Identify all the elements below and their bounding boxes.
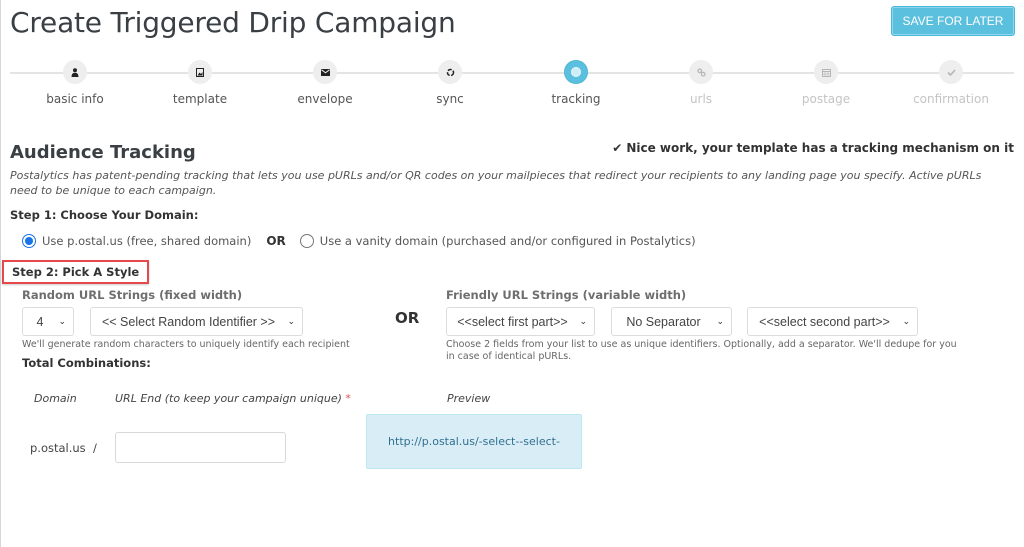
envelope-icon xyxy=(313,60,337,84)
select-value: No Separator xyxy=(626,314,701,329)
second-part-select[interactable]: <<select second part>> ⌄ xyxy=(747,307,918,336)
section-title: Audience Tracking xyxy=(10,142,196,163)
style-or-separator: OR xyxy=(395,309,420,327)
step-postage: postage xyxy=(763,60,889,106)
select-value: 4 xyxy=(36,314,44,329)
shared-domain-label[interactable]: Use p.ostal.us (free, shared domain) xyxy=(42,234,251,248)
step2-label: Step 2: Pick A Style xyxy=(2,260,150,284)
col-domain-header: Domain xyxy=(34,392,77,405)
domain-choice: Use p.ostal.us (free, shared domain) OR … xyxy=(22,234,696,248)
link-icon xyxy=(689,60,713,84)
chevron-down-icon: ⌄ xyxy=(902,316,910,326)
wizard-steps: basic info template envelope sync tracki… xyxy=(10,60,1014,110)
random-identifier-select[interactable]: << Select Random Identifier >> ⌄ xyxy=(90,307,303,336)
checkmark-icon: ✔ xyxy=(612,141,623,155)
page-title: Create Triggered Drip Campaign xyxy=(10,6,456,39)
user-icon xyxy=(63,60,87,84)
vanity-domain-label[interactable]: Use a vanity domain (purchased and/or co… xyxy=(320,234,696,248)
col-preview-header: Preview xyxy=(447,392,491,405)
step-label: urls xyxy=(689,92,713,106)
step-urls: urls xyxy=(638,60,764,106)
save-for-later-button[interactable]: SAVE FOR LATER xyxy=(891,6,1015,36)
calendar-icon xyxy=(814,60,838,84)
path-slash: / xyxy=(93,441,97,455)
select-value: <<select second part>> xyxy=(759,314,890,329)
image-icon xyxy=(188,60,212,84)
separator-select[interactable]: No Separator ⌄ xyxy=(611,307,732,336)
select-value: <<select first part>> xyxy=(457,314,568,329)
domain-value: p.ostal.us xyxy=(30,441,86,455)
step-label: confirmation xyxy=(913,92,989,106)
url-end-input[interactable] xyxy=(115,432,286,463)
chevron-down-icon: ⌄ xyxy=(716,316,724,326)
step1-label: Step 1: Choose Your Domain: xyxy=(10,208,199,222)
step-envelope[interactable]: envelope xyxy=(262,60,388,106)
url-end-header-text: URL End (to keep your campaign unique) xyxy=(115,392,342,405)
select-value: << Select Random Identifier >> xyxy=(101,314,276,329)
step-sync[interactable]: sync xyxy=(387,60,513,106)
random-url-label: Random URL Strings (fixed width) xyxy=(22,288,243,302)
left-border xyxy=(0,0,1,547)
step-label: postage xyxy=(801,92,851,106)
first-part-select[interactable]: <<select first part>> ⌄ xyxy=(446,307,595,336)
tracking-description: Postalytics has patent-pending tracking … xyxy=(10,169,982,197)
chevron-down-icon: ⌄ xyxy=(287,316,295,326)
sync-icon xyxy=(438,60,462,84)
step-label: sync xyxy=(436,92,464,106)
total-combinations-label: Total Combinations: xyxy=(22,356,151,370)
friendly-help-line1: Choose 2 fields from your list to use as… xyxy=(446,339,957,350)
friendly-help-text: Choose 2 fields from your list to use as… xyxy=(446,339,1006,363)
step-label: template xyxy=(172,92,228,106)
random-length-select[interactable]: 4 ⌄ xyxy=(22,307,74,336)
target-icon xyxy=(564,60,588,84)
step-template[interactable]: template xyxy=(137,60,263,106)
step-confirmation: confirmation xyxy=(888,60,1014,106)
radio-shared-domain[interactable] xyxy=(22,234,36,248)
tracking-status-message: ✔ Nice work, your template has a tracking… xyxy=(612,141,1014,155)
col-url-end-header: URL End (to keep your campaign unique) * xyxy=(115,392,351,405)
friendly-url-label: Friendly URL Strings (variable width) xyxy=(446,288,687,302)
radio-vanity-domain[interactable] xyxy=(299,234,314,248)
chevron-down-icon: ⌄ xyxy=(579,316,587,326)
friendly-help-line2: in case of identical pURLs. xyxy=(446,351,572,362)
or-separator: OR xyxy=(266,234,286,248)
step-basic-info[interactable]: basic info xyxy=(12,60,138,106)
status-text: Nice work, your template has a tracking … xyxy=(626,141,1014,155)
step-label: envelope xyxy=(297,92,353,106)
step-label: basic info xyxy=(46,92,104,106)
url-preview: http://p.ostal.us/-select--select- xyxy=(366,414,582,469)
random-help-text: We'll generate random characters to uniq… xyxy=(22,339,350,350)
check-icon xyxy=(939,60,963,84)
required-marker: * xyxy=(345,392,351,405)
step-tracking[interactable]: tracking xyxy=(513,60,639,106)
step-label: tracking xyxy=(551,92,601,106)
chevron-down-icon: ⌄ xyxy=(58,316,66,326)
